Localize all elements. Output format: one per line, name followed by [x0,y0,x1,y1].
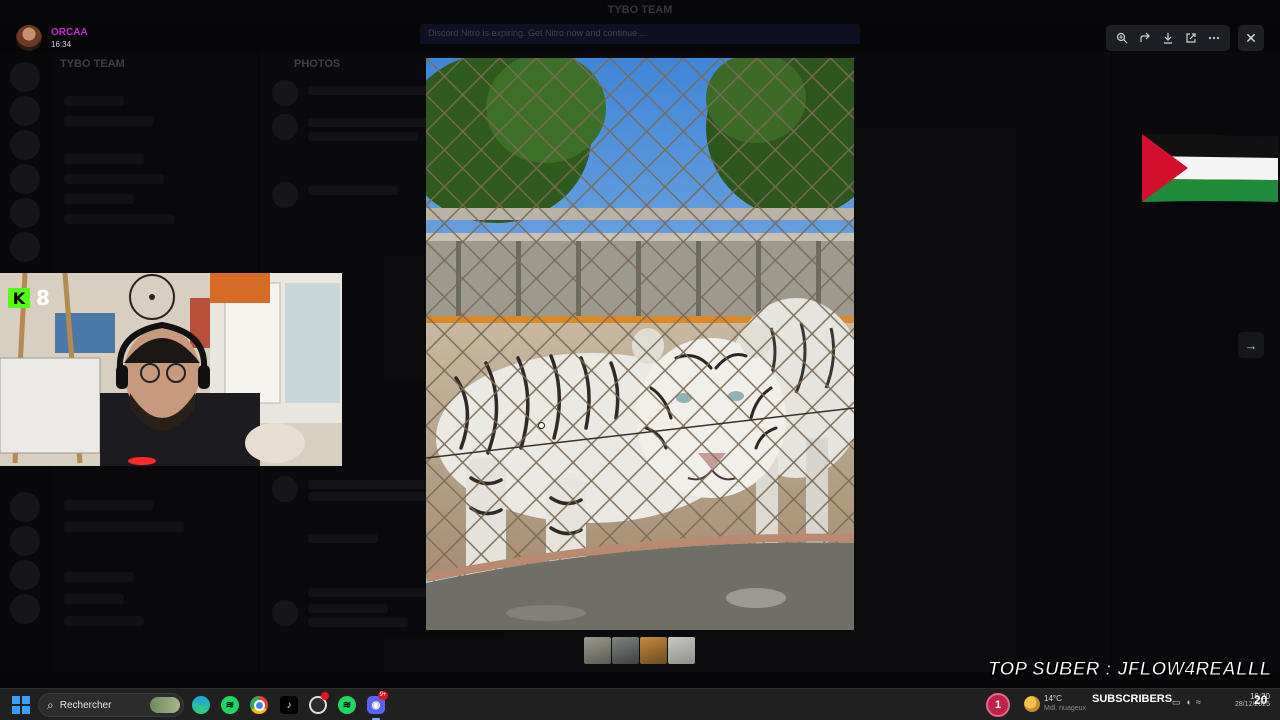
thumbnail-1[interactable] [584,637,611,664]
viewer-toolbar [1106,25,1230,51]
tiger-photo[interactable] [426,58,854,630]
monitor-icon[interactable]: ▭ [1172,697,1181,708]
more-icon[interactable] [1205,29,1223,47]
palestine-flag-icon [1142,132,1278,202]
taskbar: ⌕ Rechercher ≋ ♪ ≋ ◉ 9+ 1 14°C Mdl. nuag… [0,688,1280,720]
open-external-icon[interactable] [1182,29,1200,47]
top-suber-banner: TOP SUBER : JFLOW4REALLL [988,659,1272,681]
chrome-icon[interactable] [250,696,268,714]
taskbar-search[interactable]: ⌕ Rechercher [38,693,184,717]
upload-time: 16:34 [51,40,72,49]
next-image-button[interactable]: → [1238,332,1264,358]
system-tray: 1 14°C Mdl. nuageux SUBSCRIBERS ▭ ◖ ≈ 16… [986,689,1280,720]
temperature: 14°C [1044,694,1062,703]
thumbnail-2[interactable] [612,637,639,664]
weather-description: Mdl. nuageux [1044,705,1087,712]
forward-icon[interactable] [1136,29,1154,47]
kick-viewer-badge: K 8 [8,286,50,310]
windows-start-icon[interactable] [12,696,30,714]
screen: TYBO TEAM Discord Nitro is expiring. Get… [0,0,1280,720]
webcam-overlay [0,273,342,466]
zoom-in-icon[interactable] [1113,29,1131,47]
kick-viewer-count: 8 [36,286,50,310]
viewer-header: ORCAA 16:34 ✕ [0,20,1280,54]
thumbnail-4[interactable] [668,637,695,664]
edge-browser-icon[interactable] [192,696,210,714]
bg-titlebar: TYBO TEAM [0,0,1280,22]
search-label: Rechercher [59,699,112,711]
obs-alert-badge [321,692,329,700]
download-icon[interactable] [1159,29,1177,47]
network-icon[interactable]: ≈ [1196,697,1201,708]
kick-logo: K [8,288,30,308]
tiktok-icon[interactable]: ♪ [280,696,298,714]
subscribers-label: SUBSCRIBERS [1092,693,1173,705]
thumbnail-strip [584,637,695,664]
uploader-avatar[interactable] [16,25,42,51]
uploader-name[interactable]: ORCAA [51,27,88,38]
bg-channel-name: PHOTOS [294,58,341,70]
bg-server-name: TYBO TEAM [60,58,125,70]
speaker-icon[interactable]: ◖ [1186,697,1191,708]
thumbnail-3[interactable] [640,637,667,664]
bg-window-title: TYBO TEAM [607,4,673,16]
spotify-second-icon[interactable]: ≋ [338,696,356,714]
discord-notification-badge: 9+ [378,691,388,700]
search-icon: ⌕ [47,697,54,712]
sub-counter: 20 [1254,693,1268,707]
spotify-icon[interactable]: ≋ [221,696,239,714]
close-viewer-button[interactable]: ✕ [1238,25,1264,51]
search-highlight-image [150,697,180,713]
mouse-cursor [538,422,545,429]
weather-icon[interactable] [1024,696,1040,712]
notification-count-badge[interactable]: 1 [986,693,1010,717]
tray-icons: ▭ ◖ ≈ [1172,697,1201,708]
